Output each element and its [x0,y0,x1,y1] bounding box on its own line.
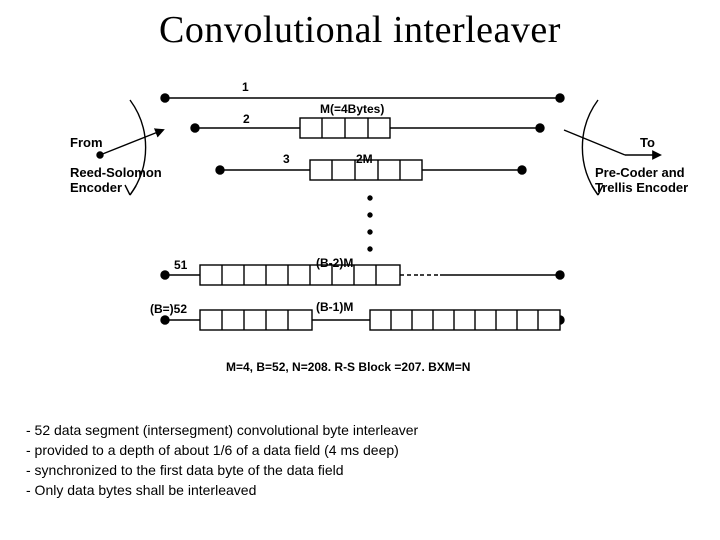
label-rs-encoder: Reed-Solomon Encoder [70,165,162,195]
bullet-item: - 52 data segment (intersegment) convolu… [26,420,418,440]
tap-3-label: 3 [283,152,290,166]
label-precoder: Pre-Coder and Trellis Encoder [595,165,688,195]
tap-2-label: 2 [243,112,250,126]
tap-52-label: (B=)52 [150,302,187,316]
bullet-item: - Only data bytes shall be interleaved [26,480,418,500]
interleaver-diagram [0,70,720,400]
buffer-b2m-label: (B-2)M [316,256,353,270]
tap-51-label: 51 [174,258,187,272]
label-from: From [70,135,103,150]
buffer-b1m-label: (B-1)M [316,300,353,314]
label-to: To [640,135,655,150]
page-title: Convolutional interleaver [0,0,720,52]
bullet-list: - 52 data segment (intersegment) convolu… [26,420,418,500]
tap-1-label: 1 [242,80,249,94]
bullet-item: - synchronized to the first data byte of… [26,460,418,480]
buffer-m-label: M(=4Bytes) [318,102,386,116]
bullet-item: - provided to a depth of about 1/6 of a … [26,440,418,460]
buffer-2m-label: 2M [356,152,373,166]
params-label: M=4, B=52, N=208. R-S Block =207. BXM=N [226,360,470,374]
